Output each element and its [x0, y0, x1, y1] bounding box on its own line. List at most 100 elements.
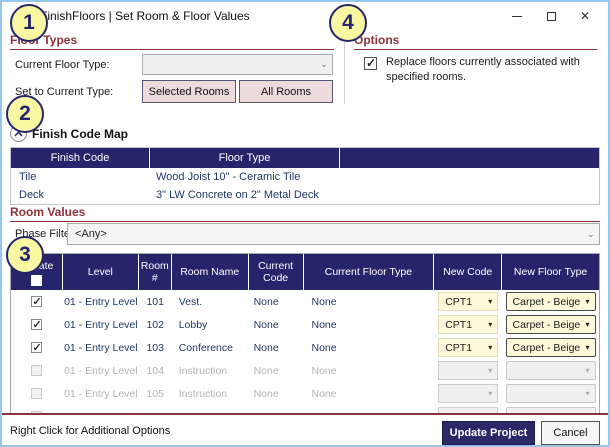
current-floor-type-cell: None	[311, 387, 337, 400]
select-all-checkbox[interactable]	[30, 274, 42, 286]
annotation-circle-4: 4	[329, 4, 367, 42]
current-code-cell: None	[253, 341, 279, 354]
level-cell: 01 - Entry Level	[64, 295, 138, 308]
maximize-button[interactable]	[534, 6, 568, 26]
row-update-checkbox[interactable]	[31, 318, 43, 331]
current-floor-type-column-header: Current Floor Type	[304, 254, 435, 290]
update-cell	[11, 388, 63, 399]
new-code-select-value: CPT1	[445, 318, 473, 331]
new-code-select[interactable]: CPT1 ▾	[438, 292, 499, 311]
section-divider	[344, 32, 345, 104]
new-code-select: ▾	[438, 361, 499, 380]
selected-rooms-button[interactable]: Selected Rooms	[142, 80, 236, 103]
room-name-cell: Vest.	[178, 295, 203, 308]
update-cell	[11, 341, 63, 354]
new-code-select: ▾	[438, 384, 499, 403]
cancel-button[interactable]: Cancel	[541, 421, 600, 445]
chevron-down-icon: ▾	[585, 343, 590, 352]
new-code-select[interactable]: CPT1 ▾	[438, 315, 499, 334]
finish-code-map-header: Finish Code Floor Type	[11, 148, 599, 168]
chevron-down-icon: ▾	[488, 366, 493, 375]
chevron-down-icon: ⌄	[320, 59, 328, 69]
replace-floors-checkbox[interactable]	[364, 56, 377, 70]
dialog-window: FinishFloors | Set Room & Floor Values ✕…	[0, 0, 610, 447]
new-floor-type-select-value: Carpet - Beige	[512, 318, 581, 331]
title-bar: FinishFloors | Set Room & Floor Values ✕	[2, 2, 608, 30]
new-code-cell: CPT1 ▾	[434, 292, 502, 311]
current-code-cell: None	[253, 387, 279, 400]
current-floor-type-label: Current Floor Type:	[15, 59, 110, 71]
room-name-cell: Conference	[178, 341, 233, 354]
room-row: 01 - Entry Level 104 Instruction None None ▾ ▾	[11, 359, 599, 382]
annotation-circle-1: 1	[10, 4, 48, 42]
row-update-checkbox[interactable]	[31, 295, 43, 308]
new-floor-type-cell: ▾	[502, 384, 599, 403]
all-rooms-button[interactable]: All Rooms	[239, 80, 333, 103]
current-floor-type-select[interactable]: ⌄	[142, 54, 333, 75]
new-floor-type-cell: Carpet - Beige ▾	[502, 292, 599, 311]
room-number-column-header: Room #	[139, 254, 172, 290]
room-number-cell: 102	[146, 318, 164, 331]
new-code-select-value: CPT1	[445, 341, 473, 354]
floor-type-cell: Wood Joist 10" - Ceramic Tile	[156, 171, 301, 183]
close-icon: ✕	[579, 9, 591, 23]
chevron-down-icon: ▾	[585, 297, 590, 306]
options-heading: Options	[354, 33, 597, 50]
maximize-icon	[546, 11, 556, 21]
new-code-column-header: New Code	[434, 254, 503, 290]
update-project-button[interactable]: Update Project	[442, 421, 535, 445]
room-row: 01 - Entry Level101Vest.NoneNoneCPT1▾Car…	[11, 290, 599, 313]
window-controls: ✕	[500, 6, 602, 26]
footer-bar: Right Click for Additional Options Updat…	[2, 415, 608, 445]
chevron-down-icon: ▾	[585, 320, 590, 329]
new-floor-type-select[interactable]: Carpet - Beige ▾	[505, 338, 596, 357]
room-table-rows: 01 - Entry Level101Vest.NoneNoneCPT1▾Car…	[11, 290, 599, 413]
minimize-button[interactable]	[500, 6, 534, 26]
room-values-heading: Room Values	[10, 205, 600, 222]
new-code-cell: CPT1 ▾	[434, 338, 502, 357]
close-button[interactable]: ✕	[568, 6, 602, 26]
chevron-down-icon: ▾	[585, 389, 590, 398]
chevron-down-icon: ▾	[585, 366, 590, 375]
update-cell	[11, 318, 63, 331]
new-floor-type-select: ▾	[505, 384, 596, 403]
new-floor-type-column-header: New Floor Type	[513, 265, 588, 278]
level-cell: 01 - Entry Level	[64, 318, 138, 331]
room-name-cell: Instruction	[178, 387, 228, 400]
empty-cell	[340, 186, 599, 204]
minimize-icon	[512, 15, 522, 17]
current-code-column-header: Current Code	[249, 254, 304, 290]
new-floor-type-select[interactable]: Carpet - Beige ▾	[505, 292, 596, 311]
current-code-cell: None	[253, 318, 279, 331]
new-code-select[interactable]: CPT1 ▾	[438, 338, 499, 357]
row-update-checkbox[interactable]	[31, 388, 43, 399]
chevron-down-icon: ⌄	[587, 228, 595, 239]
room-name-cell: Lobby	[178, 318, 208, 331]
current-floor-type-cell: None	[311, 341, 337, 354]
annotation-circle-2: 2	[6, 95, 44, 133]
room-table-header: Update Level Room # Room Name Current Co…	[11, 254, 599, 290]
new-code-select-value: CPT1	[445, 295, 473, 308]
current-code-cell: None	[253, 364, 279, 377]
room-number-cell: 105	[146, 387, 164, 400]
room-row: 01 - Entry Level 105 Instruction None None ▾ ▾	[11, 382, 599, 405]
finish-map-row: Tile Wood Joist 10" - Ceramic Tile	[11, 168, 599, 186]
current-floor-type-cell: None	[311, 318, 337, 331]
row-update-checkbox[interactable]	[31, 341, 43, 354]
window-title: FinishFloors | Set Room & Floor Values	[40, 9, 250, 23]
new-floor-type-select-value: Carpet - Beige	[512, 295, 581, 308]
row-update-checkbox[interactable]	[31, 365, 43, 376]
phase-filter-select[interactable]: <Any> ⌄	[67, 223, 600, 245]
finish-code-map-rows: Tile Wood Joist 10" - Ceramic Tile Deck 3" …	[11, 168, 599, 204]
level-cell: 01 - Entry Level	[64, 387, 138, 400]
finish-code-cell: Deck	[19, 189, 45, 201]
floor-type-column-header: Floor Type	[150, 148, 340, 168]
current-floor-type-cell: None	[311, 364, 337, 377]
new-floor-type-cell: Carpet - Beige ▾	[502, 315, 599, 334]
new-floor-type-select-value: Carpet - Beige	[512, 341, 581, 354]
room-number-cell: 103	[146, 341, 164, 354]
finish-code-map-heading: Finish Code Map	[32, 127, 128, 141]
empty-column-header	[340, 148, 599, 168]
new-floor-type-select[interactable]: Carpet - Beige ▾	[505, 315, 596, 334]
room-values-table: Update Level Room # Room Name Current Co…	[10, 253, 600, 414]
